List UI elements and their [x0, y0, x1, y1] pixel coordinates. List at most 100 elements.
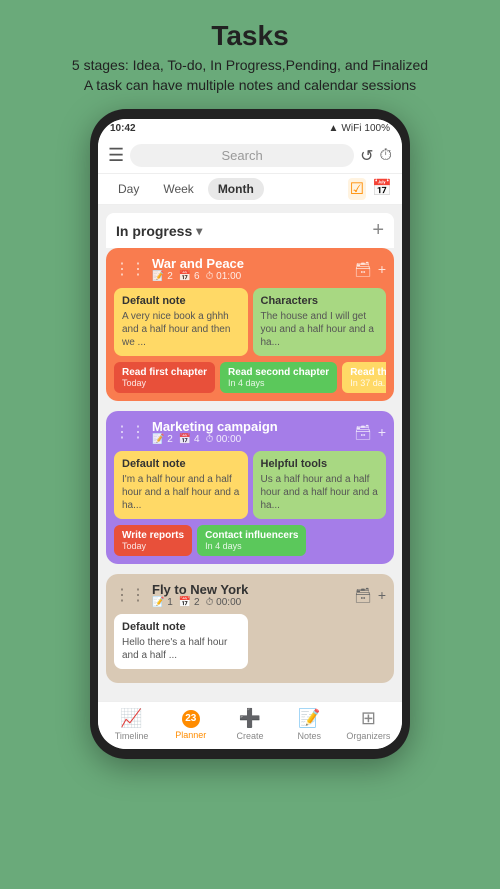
- sessions-count: 📅 4: [179, 434, 200, 445]
- task-card-header: ⋮⋮ Fly to New York 📝 1 📅 2 ⏱ 00:00 🗃: [114, 582, 386, 608]
- session-sub: Today: [122, 378, 207, 388]
- add-task-button[interactable]: +: [372, 219, 384, 242]
- session-sub: In 37 da...: [350, 378, 386, 388]
- session-chip-read-first[interactable]: Read first chapter Today: [114, 362, 215, 393]
- notes-grid: Default note A very nice book a ghhh and…: [114, 288, 386, 356]
- task-meta: 📝 2 📅 4 ⏱ 00:00: [152, 434, 278, 445]
- battery-icon: 100%: [364, 123, 390, 134]
- checklist-icon[interactable]: ☑: [348, 178, 366, 200]
- nav-label-organizers: Organizers: [346, 731, 390, 741]
- note-title: Helpful tools: [261, 458, 379, 470]
- menu-icon[interactable]: ☰: [108, 145, 124, 166]
- drag-handle-icon: ⋮⋮: [114, 585, 146, 605]
- time-count: ⏱ 01:00: [206, 271, 242, 282]
- note-card-helpful-tools: Helpful tools Us a half hour and a half …: [253, 451, 387, 519]
- add-to-task-icon[interactable]: +: [378, 261, 386, 277]
- note-title: Default note: [122, 295, 240, 307]
- note-text: Us a half hour and a half hour and a hal…: [261, 473, 379, 512]
- sessions-row: Read first chapter Today Read second cha…: [114, 362, 386, 393]
- note-card-default: Default note Hello there's a half hour a…: [114, 614, 248, 669]
- task-card-header: ⋮⋮ War and Peace 📝 2 📅 6 ⏱ 01:00 🗃: [114, 256, 386, 282]
- session-chip-read-third[interactable]: Read th... In 37 da...: [342, 362, 386, 393]
- task-card-fly-to-new-york: ⋮⋮ Fly to New York 📝 1 📅 2 ⏱ 00:00 🗃: [106, 574, 394, 683]
- session-sub: Today: [122, 541, 184, 551]
- session-sub: In 4 days: [228, 378, 329, 388]
- nav-timeline[interactable]: 📈 Timeline: [102, 708, 161, 741]
- task-actions: 🗃 +: [354, 261, 386, 278]
- session-chip-read-second[interactable]: Read second chapter In 4 days: [220, 362, 337, 393]
- nav-label-notes: Notes: [297, 731, 321, 741]
- dropdown-arrow-icon[interactable]: ▾: [196, 224, 202, 238]
- tab-month[interactable]: Month: [208, 178, 264, 200]
- note-text: Hello there's a half hour and a half ...: [122, 636, 240, 662]
- timeline-icon: 📈: [120, 708, 142, 729]
- box-icon[interactable]: 🗃: [354, 261, 372, 278]
- organizers-icon: ⊞: [361, 708, 376, 729]
- bottom-nav: 📈 Timeline 23 Planner ➕ Create 📝 Notes ⊞…: [98, 701, 402, 749]
- session-title: Read th...: [350, 367, 386, 378]
- session-title: Read first chapter: [122, 367, 207, 378]
- note-text: I'm a half hour and a half hour and a ha…: [122, 473, 240, 512]
- task-card-header: ⋮⋮ Marketing campaign 📝 2 📅 4 ⏱ 00:00 🗃: [114, 419, 386, 445]
- box-icon[interactable]: 🗃: [354, 587, 372, 604]
- notes-grid: Default note I'm a half hour and a half …: [114, 451, 386, 519]
- task-title: Fly to New York: [152, 582, 248, 597]
- nav-planner[interactable]: 23 Planner: [161, 710, 220, 740]
- task-card-war-and-peace: ⋮⋮ War and Peace 📝 2 📅 6 ⏱ 01:00 🗃: [106, 248, 394, 401]
- sessions-count: 📅 2: [179, 597, 200, 608]
- top-icons: ↺ ⏱: [360, 146, 392, 166]
- drag-handle-icon: ⋮⋮: [114, 259, 146, 279]
- task-card-marketing-campaign: ⋮⋮ Marketing campaign 📝 2 📅 4 ⏱ 00:00 🗃: [106, 411, 394, 564]
- notes-count: 📝 1: [152, 597, 173, 608]
- session-chip-contact-influencers[interactable]: Contact influencers In 4 days: [197, 525, 306, 556]
- tab-day[interactable]: Day: [108, 178, 149, 200]
- session-chip-write-reports[interactable]: Write reports Today: [114, 525, 192, 556]
- note-card-default: Default note A very nice book a ghhh and…: [114, 288, 248, 356]
- note-text: A very nice book a ghhh and a half hour …: [122, 310, 240, 349]
- session-sub: In 4 days: [205, 541, 298, 551]
- calendar-grid-icon[interactable]: 📅: [372, 178, 392, 200]
- signal-icon: ▲: [329, 123, 339, 134]
- time-count: ⏱ 00:00: [206, 597, 242, 608]
- session-title: Write reports: [122, 530, 184, 541]
- page-title: Tasks: [211, 20, 288, 52]
- timer-icon[interactable]: ⏱: [380, 147, 392, 165]
- nav-label-create: Create: [237, 731, 264, 741]
- tab-icons: ☑ 📅: [348, 178, 392, 200]
- box-icon[interactable]: 🗃: [354, 424, 372, 441]
- phone-frame: 10:42 ▲ WiFi 100% ☰ Search ↺ ⏱ Day Week …: [90, 109, 410, 759]
- sessions-count: 📅 6: [179, 271, 200, 282]
- sessions-row: Write reports Today Contact influencers …: [114, 525, 386, 556]
- status-right: ▲ WiFi 100%: [329, 123, 390, 134]
- note-title: Default note: [122, 621, 240, 633]
- add-to-task-icon[interactable]: +: [378, 424, 386, 440]
- nav-organizers[interactable]: ⊞ Organizers: [339, 708, 398, 741]
- section-title: In progress ▾: [116, 223, 202, 239]
- refresh-icon[interactable]: ↺: [360, 146, 373, 166]
- nav-create[interactable]: ➕ Create: [220, 708, 279, 741]
- nav-notes[interactable]: 📝 Notes: [280, 708, 339, 741]
- tab-week[interactable]: Week: [153, 178, 203, 200]
- nav-label-planner: Planner: [175, 730, 206, 740]
- notes-count: 📝 2: [152, 434, 173, 445]
- search-placeholder: Search: [222, 148, 263, 163]
- drag-handle-icon: ⋮⋮: [114, 422, 146, 442]
- nav-label-timeline: Timeline: [115, 731, 149, 741]
- note-card-characters: Characters The house and I will get you …: [253, 288, 387, 356]
- phone-screen: 10:42 ▲ WiFi 100% ☰ Search ↺ ⏱ Day Week …: [98, 119, 402, 749]
- task-title: War and Peace: [152, 256, 244, 271]
- status-bar: 10:42 ▲ WiFi 100%: [98, 119, 402, 138]
- create-icon: ➕: [239, 708, 261, 729]
- task-meta: 📝 2 📅 6 ⏱ 01:00: [152, 271, 244, 282]
- add-to-task-icon[interactable]: +: [378, 587, 386, 603]
- time-count: ⏱ 00:00: [206, 434, 242, 445]
- note-title: Characters: [261, 295, 379, 307]
- notes-icon: 📝: [298, 708, 320, 729]
- top-bar: ☰ Search ↺ ⏱: [98, 138, 402, 174]
- view-tabs: Day Week Month ☑ 📅: [98, 174, 402, 205]
- note-title: Default note: [122, 458, 240, 470]
- notes-count: 📝 2: [152, 271, 173, 282]
- planner-badge: 23: [182, 710, 200, 728]
- task-meta: 📝 1 📅 2 ⏱ 00:00: [152, 597, 248, 608]
- search-box[interactable]: Search: [130, 144, 354, 167]
